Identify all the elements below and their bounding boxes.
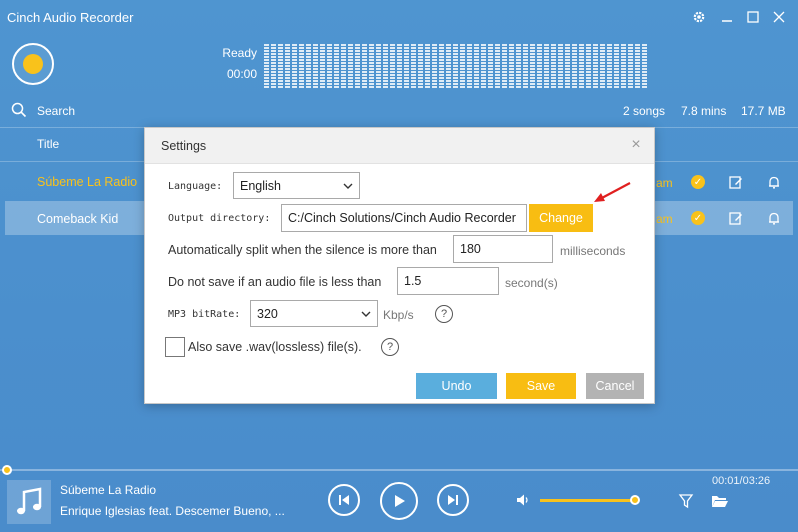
recorder-time: 00:00 [226,67,257,81]
dialog-title: Settings [161,139,207,153]
save-wav-checkbox[interactable] [165,337,185,357]
output-directory-label: Output directory: [168,213,271,224]
wav-help-icon[interactable]: ? [381,338,399,356]
bitrate-label: MP3 bitRate: [168,309,241,320]
playback-progress-knob[interactable] [2,465,12,475]
volume-slider[interactable] [540,499,635,502]
track-title: Súbeme La Radio [37,175,138,189]
song-count: 2 songs [623,104,666,118]
language-label: Language: [168,181,223,192]
recorder-status: Ready [222,46,257,60]
play-icon [395,495,405,507]
dialog-close-icon[interactable]: × [628,137,644,153]
check-icon: ✓ [691,211,705,225]
track-info: am [656,212,673,226]
next-button[interactable] [437,484,469,516]
change-button[interactable]: Change [529,204,593,232]
split-label: Automatically split when the silence is … [168,243,437,257]
split-unit: milliseconds [560,244,626,258]
app-title: Cinch Audio Recorder [7,10,134,25]
min-length-label: Do not save if an audio file is less tha… [168,275,382,289]
language-value: English [240,178,281,193]
album-art-music-icon [7,480,51,524]
search-icon[interactable] [11,102,27,118]
dialog-header [145,128,654,164]
bitrate-value: 320 [257,306,278,321]
cancel-button[interactable]: Cancel [586,373,644,399]
output-directory-field[interactable]: C:/Cinch Solutions/Cinch Audio Recorder [281,204,527,232]
folder-icon[interactable] [711,493,729,509]
filter-icon[interactable] [678,493,694,509]
column-title-header[interactable]: Title [37,137,59,151]
undo-button[interactable]: Undo [416,373,497,399]
maximize-icon[interactable] [744,8,762,26]
previous-button[interactable] [328,484,360,516]
save-wav-label: Also save .wav(lossless) file(s). [188,340,362,354]
track-info: am [656,176,673,190]
save-button[interactable]: Save [506,373,576,399]
track-title: Comeback Kid [37,212,119,226]
skip-back-icon [339,495,349,505]
skip-forward-icon [448,495,458,505]
bell-icon[interactable] [766,210,782,226]
record-button[interactable] [12,43,54,85]
vu-meter [264,44,648,88]
bell-icon[interactable] [766,174,782,190]
edit-icon[interactable] [728,210,744,226]
chevron-down-icon [361,311,371,317]
play-button[interactable] [380,482,418,520]
annotation-arrow-icon [594,182,631,202]
edit-icon[interactable] [728,174,744,190]
total-size: 17.7 MB [741,104,786,118]
minimize-icon[interactable] [718,8,736,26]
now-playing-artist: Enrique Iglesias feat. Descemer Bueno, .… [60,504,285,518]
chevron-down-icon [343,183,353,189]
min-length-unit: second(s) [505,276,558,290]
settings-dialog: Settings × Language: English Output dire… [144,127,655,404]
playback-progress-track[interactable] [0,469,798,471]
bitrate-help-icon[interactable]: ? [435,305,453,323]
close-icon[interactable] [770,8,788,26]
check-icon: ✓ [691,175,705,189]
split-silence-field[interactable]: 180 [453,235,553,263]
gear-icon[interactable] [690,8,708,26]
bitrate-select[interactable]: 320 [250,300,378,327]
min-length-field[interactable]: 1.5 [397,267,499,295]
volume-knob[interactable] [630,495,640,505]
search-input[interactable]: Search [37,104,75,118]
volume-icon[interactable] [515,492,531,508]
bitrate-unit: Kbp/s [383,308,414,322]
total-duration: 7.8 mins [681,104,727,118]
record-dot-icon [23,54,43,74]
now-playing-title: Súbeme La Radio [60,483,157,497]
language-select[interactable]: English [233,172,360,199]
playback-time: 00:01/03:26 [712,475,771,487]
